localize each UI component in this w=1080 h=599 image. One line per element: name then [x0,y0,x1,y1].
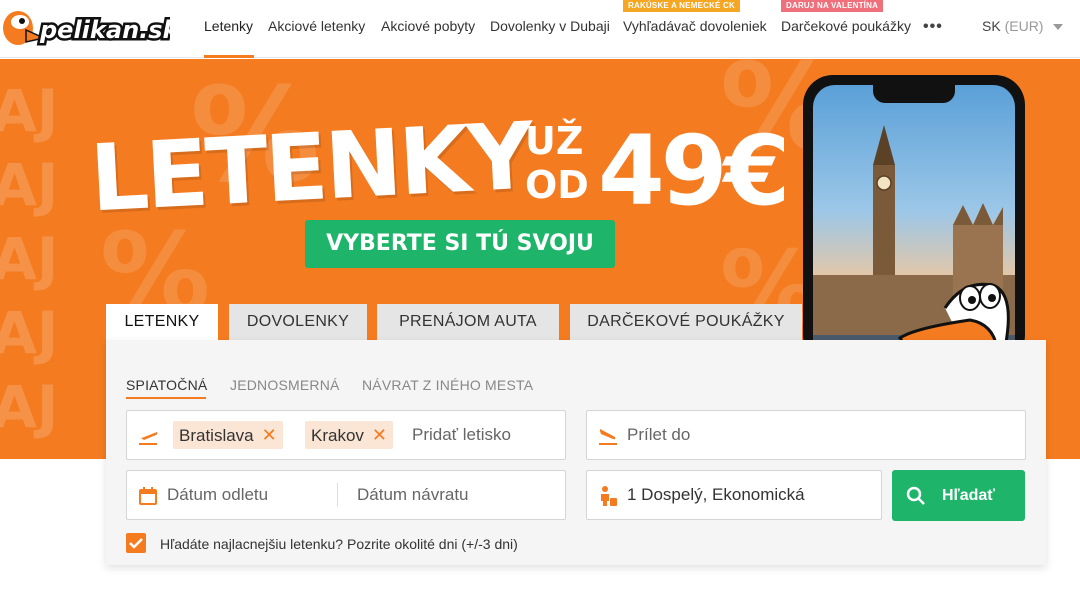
plane-takeoff-icon [139,432,158,445]
chevron-down-icon [1053,24,1064,31]
flexible-dates-checkbox[interactable] [126,533,146,553]
hero-headline: LETENKY [87,102,534,233]
tab-letenky[interactable]: LETENKY [106,304,218,341]
tab-prenajom-auta[interactable]: PRENÁJOM AUTA [377,304,559,340]
airport-chip-label: Krakov [311,426,364,445]
remove-chip-icon[interactable]: ✕ [262,421,277,449]
nav-item-letenky[interactable]: Letenky [204,18,253,34]
airport-chip-label: Bratislava [179,426,254,445]
tab-darcekove-poukazky[interactable]: DARČEKOVÉ POUKÁŽKY [570,304,802,340]
pelikan-logo[interactable]: pelikan.sk [0,2,183,52]
trip-type-roundtrip[interactable]: SPIATOČNÁ [126,377,207,393]
language-selector[interactable]: SK (EUR) [982,18,1064,34]
search-button[interactable]: Hľadať [892,470,1025,521]
date-divider [337,483,338,507]
hero-prefix-line2: OD [525,163,589,207]
nav-badge-rakuske: RAKÚSKE A NEMECKÉ CK [623,0,740,12]
calendar-icon [139,487,157,505]
hero-price: 49€ [598,115,790,227]
checkmark-icon [129,538,143,549]
add-airport-input[interactable]: Pridať letisko [412,425,511,445]
flexible-dates-label[interactable]: Hľadáte najlacnejšiu letenku? Pozrite ok… [160,536,518,552]
bg-text: AJ [0,225,59,293]
nav-active-indicator [204,55,254,58]
trip-type-active-indicator [126,397,206,399]
nav-badge-valentin: DARUJ NA VALENTÍNA [781,0,884,12]
nav-item-darcekove-poukazky[interactable]: Darčekové poukážky [781,18,911,34]
phone-notch [873,85,955,103]
logo-text: pelikan.sk [39,16,170,44]
search-icon [906,486,925,505]
top-header: pelikan.sk Letenky Akciové letenky Akcio… [0,0,1080,58]
nav-item-akciove-letenky[interactable]: Akciové letenky [268,18,365,34]
arrival-airport-field[interactable]: Prílet do [586,410,1026,460]
passenger-icon [601,486,617,506]
hero-prefix: UŽ OD [525,119,589,207]
currency-code: (EUR) [1004,18,1044,34]
trip-type-multicity[interactable]: NÁVRAT Z INÉHO MESTA [362,377,533,393]
passengers-field[interactable]: 1 Dospelý, Ekonomická [586,470,882,520]
bg-text: AJ [0,299,59,367]
airport-chip-bratislava[interactable]: Bratislava ✕ [173,421,283,449]
plane-landing-icon [599,429,617,445]
hero-prefix-line1: UŽ [525,119,584,163]
trip-type-oneway[interactable]: JEDNOSMERNÁ [230,377,340,393]
arrival-input[interactable]: Prílet do [627,425,690,445]
tab-dovolenky[interactable]: DOVOLENKY [229,304,367,340]
more-menu-icon[interactable]: ••• [923,18,943,36]
airport-chip-krakov[interactable]: Krakov ✕ [305,421,394,449]
language-code: SK [982,18,1001,34]
return-date-input[interactable]: Dátum návratu [357,485,469,505]
bg-text: AJ [0,77,59,145]
bg-text: AJ [0,151,59,219]
page: pelikan.sk Letenky Akciové letenky Akcio… [0,0,1080,599]
hero-cta-button[interactable]: VYBERTE SI TÚ SVOJU [305,220,615,268]
search-button-label: Hľadať [942,487,995,504]
departure-date-input[interactable]: Dátum odletu [167,485,268,505]
nav-item-dovolenky-dubaj[interactable]: Dovolenky v Dubaji [490,18,610,34]
date-range-field[interactable]: Dátum odletu Dátum návratu [126,470,566,520]
nav-item-akciove-pobyty[interactable]: Akciové pobyty [381,18,475,34]
passengers-value: 1 Dospelý, Ekonomická [627,485,805,504]
nav-item-vyhladavac[interactable]: Vyhľadávač dovoleniek [623,18,767,34]
remove-chip-icon[interactable]: ✕ [372,421,387,449]
bg-text: AJ [0,373,59,441]
departure-airport-field[interactable]: Bratislava ✕ Krakov ✕ Pridať letisko [126,410,566,460]
